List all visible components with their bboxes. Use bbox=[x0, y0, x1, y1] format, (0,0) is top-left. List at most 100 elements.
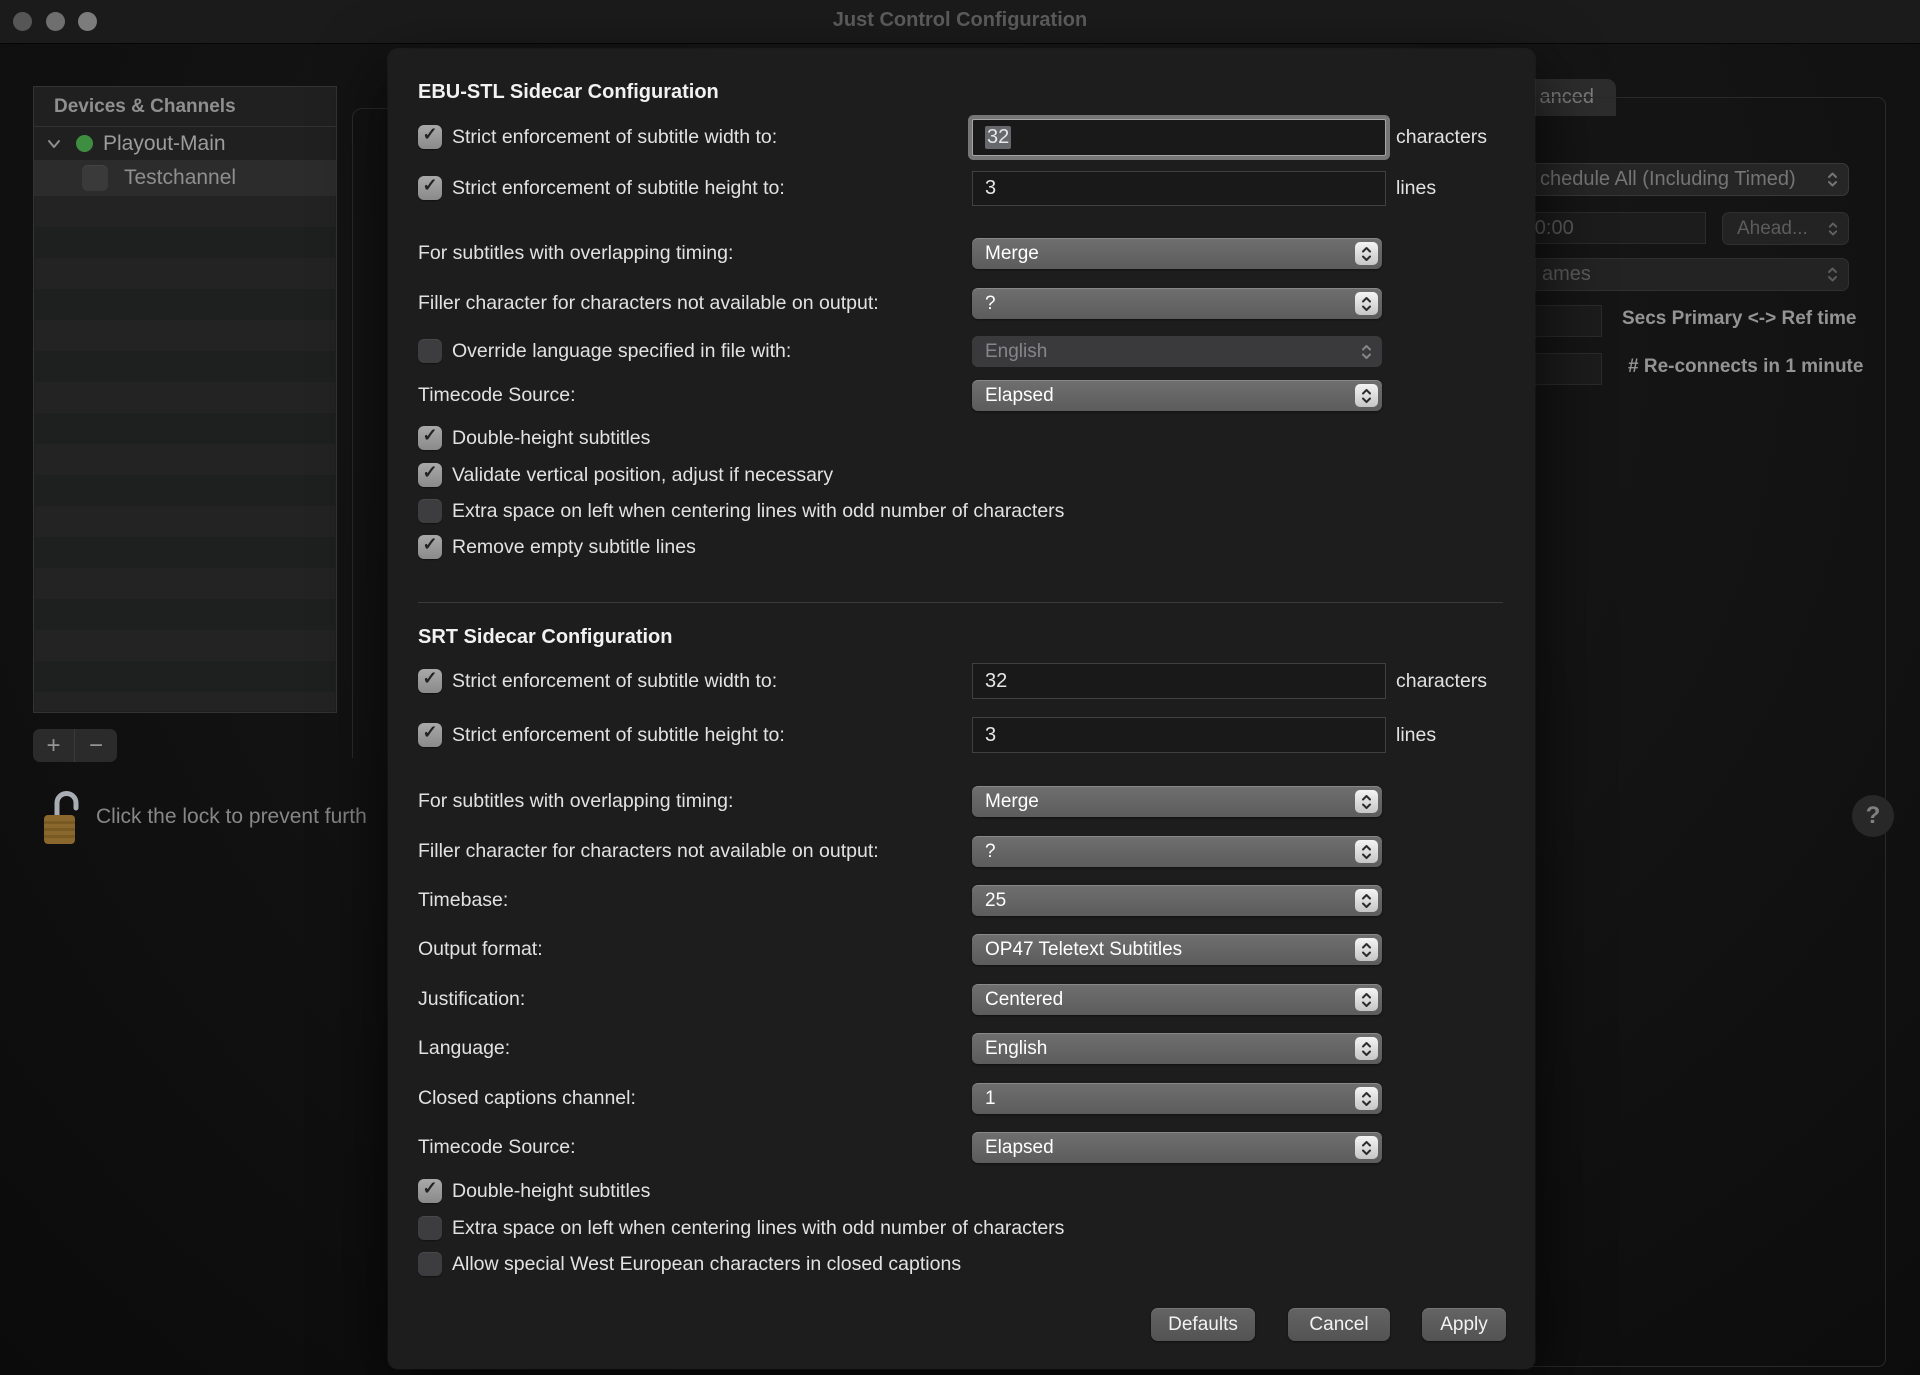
ebu-overlap-popup[interactable]: Merge bbox=[972, 238, 1382, 269]
add-remove-control: + − bbox=[33, 729, 117, 762]
ebu-filler-value: ? bbox=[985, 293, 996, 315]
sidebar-item-playout-main[interactable]: Playout-Main bbox=[34, 127, 336, 160]
channel-label: Testchannel bbox=[124, 166, 236, 190]
popup-stepper-icon bbox=[1827, 221, 1839, 237]
popup-stepper-icon bbox=[1826, 171, 1839, 188]
ebu-remove-empty-checkbox[interactable] bbox=[418, 535, 442, 559]
srt-height-label: Strict enforcement of subtitle height to… bbox=[452, 722, 785, 748]
popup-stepper-icon bbox=[1355, 1037, 1378, 1060]
srt-language-label: Language: bbox=[418, 1035, 510, 1061]
popup-stepper-icon bbox=[1355, 242, 1378, 265]
srt-width-field[interactable]: 32 bbox=[972, 663, 1386, 699]
srt-overlap-value: Merge bbox=[985, 791, 1039, 813]
ebu-width-field[interactable]: 32 bbox=[972, 119, 1386, 156]
srt-justification-label: Justification: bbox=[418, 986, 525, 1012]
reconnects-label: # Re-connects in 1 minute bbox=[1628, 356, 1863, 378]
srt-extra-space-label: Extra space on left when centering lines… bbox=[452, 1215, 1064, 1241]
ebu-extra-space-label: Extra space on left when centering lines… bbox=[452, 498, 1064, 524]
srt-timebase-value: 25 bbox=[985, 890, 1006, 912]
srt-timecode-label: Timecode Source: bbox=[418, 1134, 576, 1160]
popup-stepper-icon bbox=[1355, 988, 1378, 1011]
popup-stepper-icon bbox=[1355, 1087, 1378, 1110]
ebu-width-label: Strict enforcement of subtitle width to: bbox=[452, 124, 777, 150]
ahead-popup[interactable]: Ahead... bbox=[1722, 212, 1849, 245]
srt-language-popup[interactable]: English bbox=[972, 1033, 1382, 1064]
srt-language-value: English bbox=[985, 1038, 1047, 1060]
srt-height-suffix: lines bbox=[1396, 722, 1436, 748]
ebu-double-height-label: Double-height subtitles bbox=[452, 425, 650, 451]
status-online-icon bbox=[76, 135, 93, 152]
ebu-height-field[interactable]: 3 bbox=[972, 171, 1386, 206]
sidebar-empty-rows bbox=[35, 196, 335, 711]
apply-button[interactable]: Apply bbox=[1422, 1308, 1506, 1341]
section-divider bbox=[418, 602, 1503, 603]
srt-cc-channel-popup[interactable]: 1 bbox=[972, 1083, 1382, 1114]
remove-button[interactable]: − bbox=[75, 729, 117, 762]
ebu-timecode-popup[interactable]: Elapsed bbox=[972, 380, 1382, 411]
srt-output-format-label: Output format: bbox=[418, 936, 543, 962]
srt-height-value: 3 bbox=[985, 724, 996, 747]
ebu-override-language-checkbox[interactable] bbox=[418, 339, 442, 363]
secs-label: Secs Primary <-> Ref time bbox=[1622, 308, 1856, 330]
srt-overlap-label: For subtitles with overlapping timing: bbox=[418, 788, 733, 814]
srt-double-height-checkbox[interactable] bbox=[418, 1179, 442, 1203]
ebu-filler-popup[interactable]: ? bbox=[972, 288, 1382, 319]
ebu-extra-space-checkbox[interactable] bbox=[418, 499, 442, 523]
ebu-height-value: 3 bbox=[985, 177, 996, 200]
srt-filler-label: Filler character for characters not avai… bbox=[418, 838, 879, 864]
devices-channels-sidebar: Devices & Channels Playout-Main Testchan… bbox=[33, 86, 337, 713]
sidebar-item-testchannel[interactable]: Testchannel bbox=[34, 160, 336, 196]
srt-timecode-value: Elapsed bbox=[985, 1137, 1054, 1159]
ebu-width-suffix: characters bbox=[1396, 124, 1487, 150]
sidebar-header: Devices & Channels bbox=[34, 87, 336, 127]
disclosure-chevron-icon[interactable] bbox=[46, 138, 62, 150]
popup-stepper-icon bbox=[1826, 266, 1839, 283]
srt-width-checkbox[interactable] bbox=[418, 669, 442, 693]
ebu-remove-empty-label: Remove empty subtitle lines bbox=[452, 534, 696, 560]
popup-stepper-icon bbox=[1355, 340, 1378, 363]
srt-height-checkbox[interactable] bbox=[418, 723, 442, 747]
defaults-button[interactable]: Defaults bbox=[1151, 1308, 1255, 1341]
srt-justification-popup[interactable]: Centered bbox=[972, 984, 1382, 1015]
ahead-popup-value: Ahead... bbox=[1737, 218, 1808, 240]
srt-double-height-label: Double-height subtitles bbox=[452, 1178, 650, 1204]
popup-stepper-icon bbox=[1355, 938, 1378, 961]
ebu-override-language-popup: English bbox=[972, 336, 1382, 367]
ebu-height-checkbox[interactable] bbox=[418, 176, 442, 200]
ebu-filler-label: Filler character for characters not avai… bbox=[418, 290, 879, 316]
srt-overlap-popup[interactable]: Merge bbox=[972, 786, 1382, 817]
frames-popup[interactable]: ames bbox=[1505, 258, 1849, 291]
ebu-override-language-value: English bbox=[985, 341, 1047, 363]
srt-cc-channel-label: Closed captions channel: bbox=[418, 1085, 636, 1111]
ebu-validate-vertical-checkbox[interactable] bbox=[418, 463, 442, 487]
srt-cc-channel-value: 1 bbox=[985, 1088, 996, 1110]
ebu-timecode-value: Elapsed bbox=[985, 385, 1054, 407]
popup-stepper-icon bbox=[1355, 840, 1378, 863]
srt-west-european-checkbox[interactable] bbox=[418, 1252, 442, 1276]
srt-section-title: SRT Sidecar Configuration bbox=[418, 626, 672, 649]
cancel-button[interactable]: Cancel bbox=[1288, 1308, 1390, 1341]
srt-extra-space-checkbox[interactable] bbox=[418, 1216, 442, 1240]
ebu-double-height-checkbox[interactable] bbox=[418, 426, 442, 450]
srt-timebase-popup[interactable]: 25 bbox=[972, 885, 1382, 916]
ebu-override-language-label: Override language specified in file with… bbox=[452, 338, 791, 364]
ebu-section-title: EBU-STL Sidecar Configuration bbox=[418, 81, 719, 104]
srt-width-label: Strict enforcement of subtitle width to: bbox=[452, 668, 777, 694]
ebu-width-checkbox[interactable] bbox=[418, 125, 442, 149]
channel-checkbox[interactable] bbox=[82, 165, 108, 191]
srt-timecode-popup[interactable]: Elapsed bbox=[972, 1132, 1382, 1163]
unlocked-padlock-icon[interactable] bbox=[42, 788, 82, 846]
ebu-overlap-label: For subtitles with overlapping timing: bbox=[418, 240, 733, 266]
help-button[interactable]: ? bbox=[1852, 795, 1894, 837]
popup-stepper-icon bbox=[1355, 292, 1378, 315]
add-button[interactable]: + bbox=[33, 729, 75, 762]
schedule-popup-value: chedule All (Including Timed) bbox=[1540, 168, 1796, 191]
schedule-popup[interactable]: chedule All (Including Timed) bbox=[1505, 163, 1849, 196]
srt-west-european-label: Allow special West European characters i… bbox=[452, 1251, 961, 1277]
srt-filler-popup[interactable]: ? bbox=[972, 836, 1382, 867]
srt-height-field[interactable]: 3 bbox=[972, 717, 1386, 753]
srt-width-suffix: characters bbox=[1396, 668, 1487, 694]
lock-hint-text: Click the lock to prevent furth bbox=[96, 805, 367, 829]
srt-output-format-popup[interactable]: OP47 Teletext Subtitles bbox=[972, 934, 1382, 965]
srt-timebase-label: Timebase: bbox=[418, 887, 508, 913]
